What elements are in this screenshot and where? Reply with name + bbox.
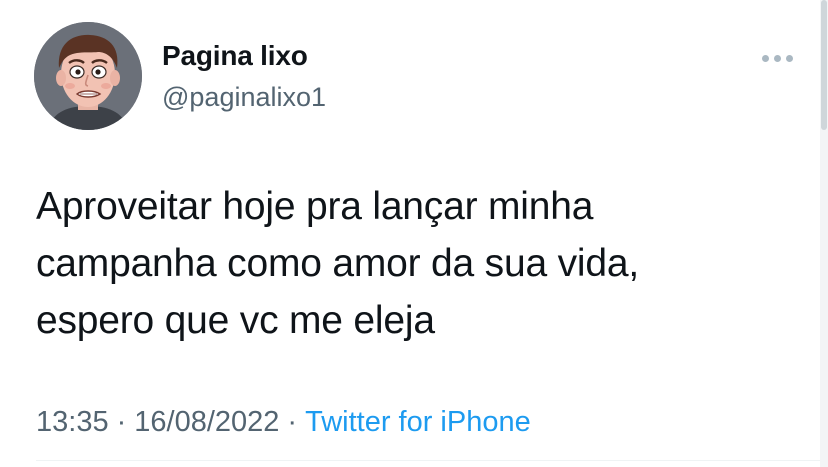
avatar[interactable] (34, 22, 142, 130)
user-handle[interactable]: @paginalixo1 (162, 82, 326, 113)
more-horizontal-icon (761, 54, 793, 62)
tweet-time[interactable]: 13:35 (36, 406, 109, 438)
dot (773, 54, 781, 62)
tweet-text-line: espero que vc me eleja (36, 299, 435, 342)
dot (785, 54, 793, 62)
tweet-text-line: Aproveitar hoje pra lançar minha (36, 185, 594, 228)
scrollbar[interactable] (820, 0, 828, 467)
tweet-date[interactable]: 16/08/2022 (134, 406, 279, 438)
tweet-source-link[interactable]: Twitter for iPhone (305, 406, 531, 438)
scrollbar-thumb[interactable] (821, 0, 827, 130)
tweet-meta: 13:35 · 16/08/2022 · Twitter for iPhone (36, 406, 531, 439)
cartoon-face-avatar-icon (34, 22, 142, 130)
tweet-card: Pagina lixo @paginalixo1 Aproveitar hoje… (0, 0, 828, 467)
tweet-text-line: campanha como amor da sua vida, (36, 242, 639, 285)
more-options-button[interactable] (757, 44, 797, 72)
display-name[interactable]: Pagina lixo (162, 40, 308, 72)
divider (36, 460, 828, 461)
meta-separator: · (287, 406, 298, 438)
meta-separator: · (116, 406, 127, 438)
dot (761, 54, 769, 62)
tweet-text: Aproveitar hoje pra lançar minha campanh… (36, 178, 776, 349)
